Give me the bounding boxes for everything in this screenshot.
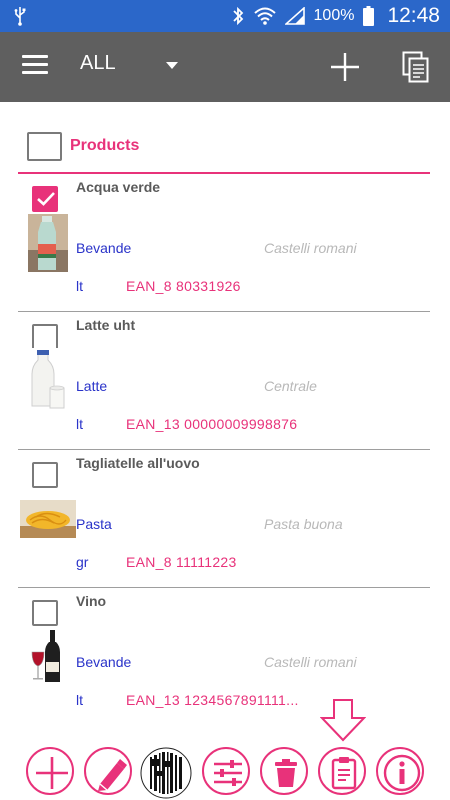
clipboard-icon[interactable] (318, 747, 366, 795)
pasta-image (20, 500, 76, 538)
bottom-toolbar (0, 742, 450, 800)
sliders-icon[interactable] (202, 747, 250, 795)
menu-icon[interactable] (22, 55, 48, 79)
edit-pencil-icon[interactable] (84, 747, 132, 795)
app-bar: ALL (0, 32, 450, 102)
signal-icon (284, 7, 305, 25)
product-row[interactable]: Latte uht Latte Centrale lt EAN_13 00000… (18, 312, 430, 450)
product-category: Bevande (76, 654, 132, 670)
wifi-icon (253, 7, 276, 25)
filter-value: ALL (80, 52, 116, 74)
product-brand: Castelli romani (264, 654, 357, 670)
add-icon[interactable] (26, 747, 74, 795)
product-row[interactable]: Vino Bevande Castelli romani lt EAN_13 1… (18, 588, 430, 726)
copy-icon[interactable] (402, 51, 430, 88)
product-checkbox[interactable] (32, 600, 58, 626)
product-brand: Centrale (264, 378, 317, 394)
milk-image (30, 348, 66, 410)
product-brand: Pasta buona (264, 516, 343, 532)
usb-icon (14, 6, 26, 26)
dropdown-arrow-icon (166, 62, 178, 69)
product-unit: lt (76, 278, 83, 294)
bluetooth-icon (231, 6, 245, 26)
product-name: Acqua verde (76, 179, 161, 195)
status-bar: 100% 12:48 (0, 0, 450, 32)
product-unit: lt (76, 692, 83, 708)
wine-image (30, 628, 66, 684)
product-code: EAN_8 11111223 (126, 554, 237, 570)
product-checkbox[interactable] (32, 324, 58, 350)
product-name: Tagliatelle all'uovo (76, 455, 200, 471)
product-unit: lt (76, 416, 83, 432)
list-header: Products (18, 128, 430, 174)
product-checkbox[interactable] (32, 462, 58, 488)
product-category: Latte (76, 378, 108, 394)
water-bottle-image (28, 214, 68, 272)
battery-level: 100% (313, 7, 355, 24)
product-brand: Castelli romani (264, 240, 357, 256)
product-code: EAN_13 1234567891111... (126, 692, 299, 708)
product-row[interactable]: Tagliatelle all'uovo Pasta Pasta buona g… (18, 450, 430, 588)
product-unit: gr (76, 554, 89, 570)
list-title: Products (70, 137, 140, 154)
clock: 12:48 (387, 4, 440, 27)
select-all-checkbox[interactable] (27, 132, 62, 161)
product-code: EAN_8 80331926 (126, 278, 241, 294)
add-icon[interactable] (330, 52, 360, 87)
product-row[interactable]: Acqua verde Bevande Castelli romani lt E… (18, 174, 430, 312)
product-code: EAN_13 00000009998876 (126, 416, 298, 432)
info-icon[interactable] (376, 747, 424, 795)
product-name: Latte uht (76, 317, 136, 333)
product-name: Vino (76, 593, 107, 609)
barcode-icon[interactable] (140, 747, 192, 799)
product-checkbox[interactable] (32, 186, 58, 212)
down-arrow-icon (319, 698, 367, 747)
product-category: Bevande (76, 240, 132, 256)
product-category: Pasta (76, 516, 112, 532)
filter-dropdown[interactable]: ALL (80, 52, 178, 75)
battery-icon (363, 6, 375, 26)
trash-icon[interactable] (260, 747, 308, 795)
